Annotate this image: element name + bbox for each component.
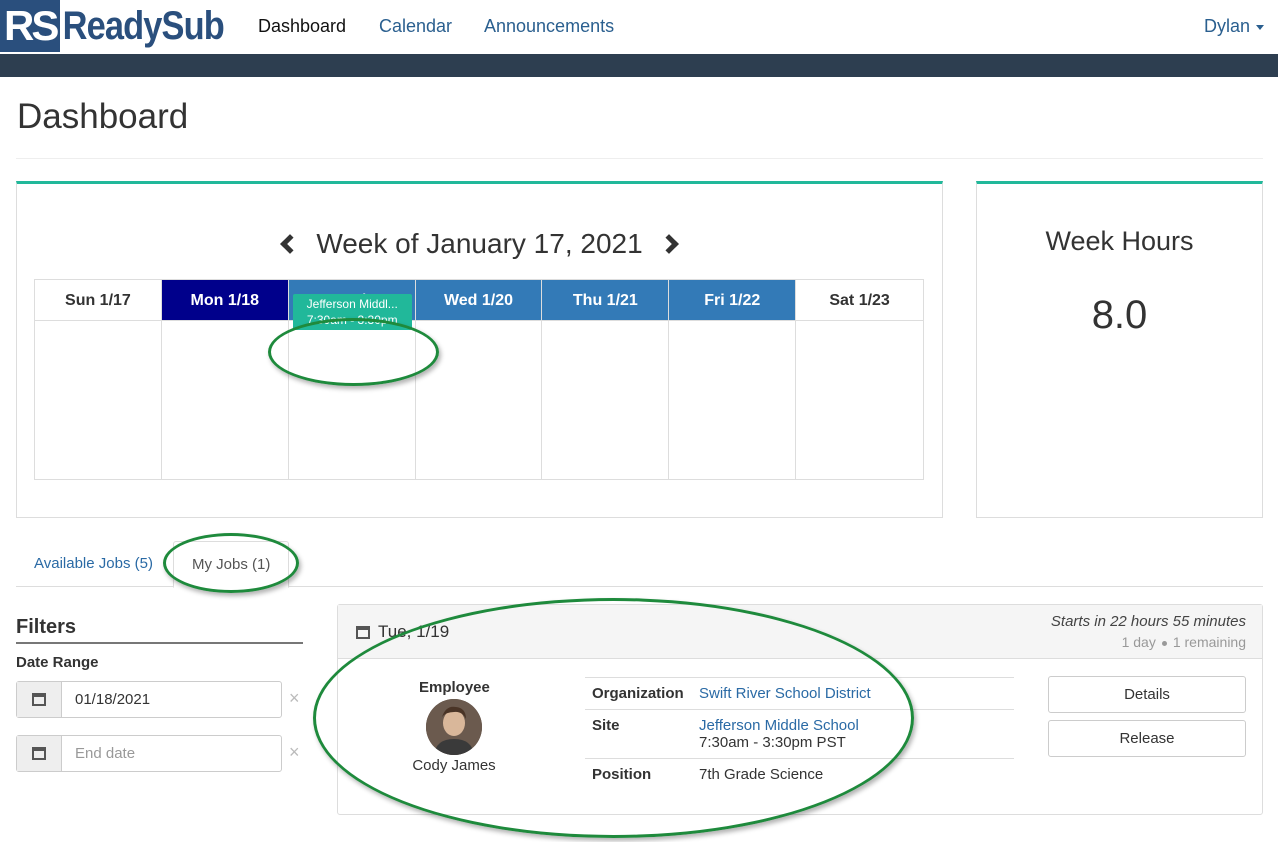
start-date-field[interactable] bbox=[62, 682, 281, 717]
readysub-logo[interactable]: RS ReadySub bbox=[0, 0, 251, 52]
nav-dashboard[interactable]: Dashboard bbox=[258, 16, 346, 37]
day-header: Fri 1/22 bbox=[669, 280, 796, 321]
chevron-right-icon[interactable] bbox=[659, 233, 680, 254]
day-header: Thu 1/21 bbox=[542, 280, 669, 321]
week-header: Week of January 17, 2021 bbox=[17, 228, 942, 260]
day-column[interactable]: Fri 1/22 bbox=[669, 280, 797, 479]
organization-label: Organization bbox=[585, 677, 692, 710]
table-row: Site Jefferson Middle School 7:30am - 3:… bbox=[585, 709, 1014, 759]
event-title: Jefferson Middl... bbox=[306, 297, 398, 311]
job-details-table: Organization Swift River School District… bbox=[585, 677, 1014, 790]
end-date-field[interactable] bbox=[62, 736, 281, 771]
avatar bbox=[426, 699, 482, 755]
calendar-event[interactable]: Jefferson Middl... 7:30am - 3:30pm bbox=[292, 294, 412, 330]
job-starts-in: Starts in 22 hours 55 minutes bbox=[1050, 613, 1246, 630]
day-column[interactable]: Thu 1/21 bbox=[542, 280, 670, 479]
date-range-label: Date Range bbox=[16, 654, 99, 671]
job-date: Tue, 1/19 bbox=[356, 622, 449, 642]
position-label: Position bbox=[585, 758, 692, 790]
release-button[interactable]: Release bbox=[1048, 720, 1246, 757]
job-duration-days: 1 day bbox=[1121, 634, 1156, 650]
details-button[interactable]: Details bbox=[1048, 676, 1246, 713]
top-navbar: RS ReadySub Dashboard Calendar Announcem… bbox=[0, 0, 1278, 54]
job-card: Tue, 1/19 Starts in 22 hours 55 minutes … bbox=[337, 604, 1263, 815]
end-date-input-group bbox=[16, 735, 282, 772]
week-calendar-panel: Week of January 17, 2021 Sun 1/17 Mon 1/… bbox=[16, 181, 943, 518]
user-name: Dylan bbox=[1203, 16, 1250, 36]
day-column[interactable]: Mon 1/18 bbox=[161, 280, 289, 479]
caret-down-icon bbox=[1256, 24, 1264, 30]
employee-label: Employee bbox=[419, 679, 490, 696]
day-column[interactable]: Sat 1/23 bbox=[796, 280, 924, 479]
filters-title: Filters bbox=[16, 616, 303, 644]
calendar-icon bbox=[356, 625, 370, 639]
week-hours-label: Week Hours bbox=[1045, 226, 1194, 256]
dot-separator-icon bbox=[1161, 640, 1167, 646]
table-row: Organization Swift River School District bbox=[585, 677, 1014, 710]
job-remaining: 1 remaining bbox=[1172, 634, 1246, 650]
day-column[interactable]: Wed 1/20 bbox=[415, 280, 543, 479]
week-hours-value: 8.0 bbox=[1091, 293, 1148, 337]
day-header: Sat 1/23 bbox=[796, 280, 924, 321]
logo-mark: RS bbox=[0, 0, 61, 52]
day-header: Wed 1/20 bbox=[415, 280, 542, 321]
navbar-strip bbox=[0, 54, 1278, 77]
week-grid: Sun 1/17 Mon 1/18 Tue 1/19 Jefferson Mid… bbox=[34, 279, 924, 480]
tab-available-jobs[interactable]: Available Jobs (5) bbox=[16, 541, 171, 587]
tab-my-jobs[interactable]: My Jobs (1) bbox=[173, 541, 290, 588]
job-date-text: Tue, 1/19 bbox=[378, 622, 450, 641]
job-card-header: Tue, 1/19 Starts in 22 hours 55 minutes … bbox=[338, 605, 1262, 659]
start-date-input-group bbox=[16, 681, 282, 718]
logo-text: ReadySub bbox=[62, 4, 225, 48]
day-header: Sun 1/17 bbox=[35, 280, 161, 321]
nav-calendar[interactable]: Calendar bbox=[379, 16, 452, 37]
job-duration: 1 day 1 remaining bbox=[1122, 634, 1246, 650]
week-hours-panel: Week Hours 8.0 bbox=[976, 181, 1263, 518]
user-menu[interactable]: Dylan bbox=[1204, 16, 1264, 37]
calendar-icon[interactable] bbox=[17, 736, 62, 771]
employee-name: Cody James bbox=[412, 757, 496, 774]
clear-start-date-icon[interactable]: × bbox=[289, 688, 300, 709]
page-title: Dashboard bbox=[17, 97, 189, 136]
day-column[interactable]: Sun 1/17 bbox=[35, 280, 162, 479]
event-time: 7:30am - 3:30pm bbox=[306, 313, 398, 327]
table-row: Position 7th Grade Science bbox=[585, 758, 1014, 790]
site-time: 7:30am - 3:30pm PST bbox=[699, 734, 846, 751]
position-value: 7th Grade Science bbox=[692, 758, 1014, 790]
clear-end-date-icon[interactable]: × bbox=[289, 742, 300, 763]
jobs-tabs: Available Jobs (5) My Jobs (1) bbox=[16, 541, 1263, 588]
week-title: Week of January 17, 2021 bbox=[316, 228, 643, 259]
site-link[interactable]: Jefferson Middle School bbox=[699, 717, 859, 734]
day-header-today: Mon 1/18 bbox=[161, 280, 288, 321]
divider bbox=[16, 158, 1263, 159]
nav-announcements[interactable]: Announcements bbox=[484, 16, 614, 37]
calendar-icon[interactable] bbox=[17, 682, 62, 717]
organization-link[interactable]: Swift River School District bbox=[699, 685, 871, 702]
day-column[interactable]: Tue 1/19 Jefferson Middl... 7:30am - 3:3… bbox=[288, 280, 416, 479]
site-label: Site bbox=[585, 709, 692, 759]
chevron-left-icon[interactable] bbox=[279, 233, 300, 254]
